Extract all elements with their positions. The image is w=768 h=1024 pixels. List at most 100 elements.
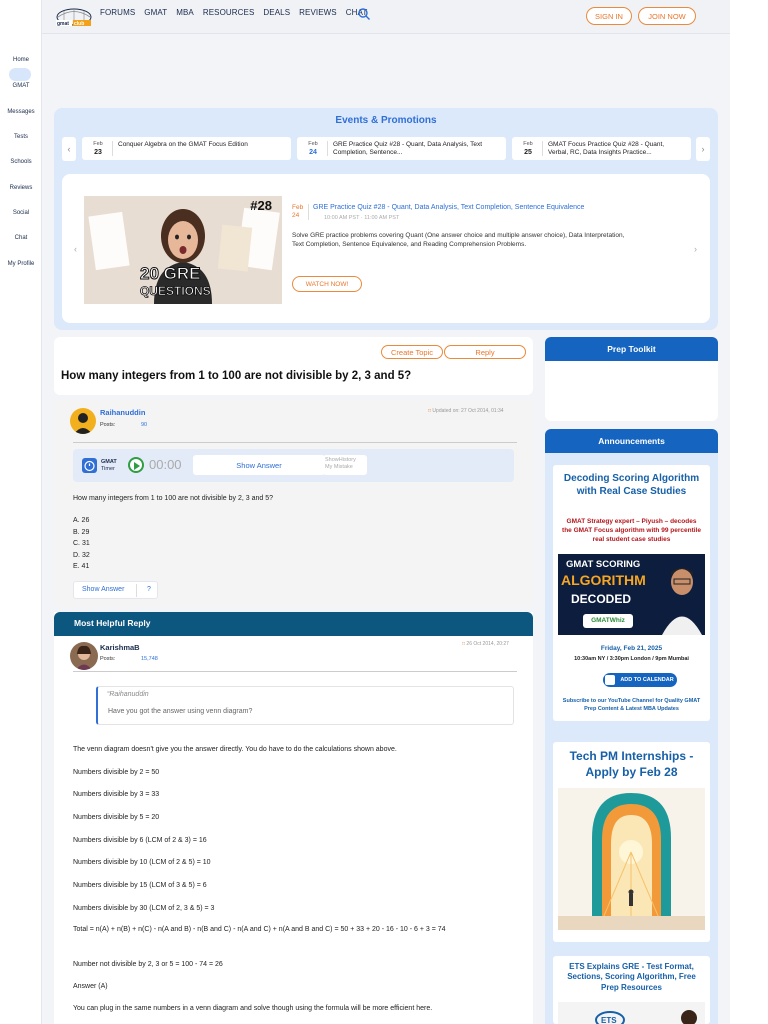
event-date: Feb 23 [93, 141, 103, 157]
show-answer-timer-button[interactable]: Show Answer [193, 455, 325, 475]
svg-text:ETS: ETS [601, 1016, 617, 1024]
sidebar-active-indicator [9, 68, 31, 81]
add-to-calendar-button[interactable]: ADD TO CALENDAR [603, 673, 677, 687]
nav-deals[interactable]: DEALS [263, 8, 290, 17]
create-topic-button[interactable]: Create Topic [381, 345, 443, 359]
posts-label: Posts: [100, 422, 116, 428]
post-author[interactable]: Raihanuddin [100, 408, 145, 417]
avatar[interactable] [70, 642, 98, 670]
reply-paragraph: Number not divisible by 2, 3 or 5 = 100 … [73, 961, 223, 968]
main-nav: FORUMS GMAT MBA RESOURCES DEALS REVIEWS … [100, 8, 367, 17]
sidebar-item-home[interactable]: Home [0, 57, 42, 63]
scoring-algorithm-ad[interactable]: Decoding Scoring Algorithm with Real Cas… [553, 465, 710, 721]
watch-now-button[interactable]: WATCH NOW! [292, 276, 362, 292]
play-icon[interactable] [128, 457, 144, 473]
featured-image-badge: #28 [250, 198, 272, 213]
my-mistake-label: My Mistake [325, 463, 353, 470]
event-date: Feb 25 [523, 141, 533, 157]
featured-event-time: 10:00 AM PST · 11:00 AM PST [324, 215, 400, 221]
reply-divider [73, 671, 517, 672]
join-now-button[interactable]: JOIN NOW [638, 7, 696, 25]
sidebar-item-tests[interactable]: Tests [0, 134, 42, 140]
reply-paragraph: Numbers divisible by 6 (LCM of 2 & 3) = … [73, 837, 207, 844]
sidebar-item-chat[interactable]: Chat [0, 235, 42, 241]
sidebar-item-messages[interactable]: Messages [0, 109, 42, 115]
reply-paragraph: Numbers divisible by 5 = 20 [73, 814, 160, 821]
sign-in-button[interactable]: SIGN IN [586, 7, 632, 25]
answer-row-divider [136, 584, 137, 597]
show-answer-button[interactable]: Show Answer [82, 586, 124, 593]
nav-mba[interactable]: MBA [176, 8, 194, 17]
reply-author[interactable]: KarishmaB [100, 643, 140, 652]
ad-title: Decoding Scoring Algorithm with Real Cas… [563, 473, 700, 497]
post-updated-date: □ Updated on: 27 Oct 2014, 01:34 [428, 408, 504, 414]
reply-paragraph: Numbers divisible by 30 (LCM of 2, 3 & 5… [73, 905, 215, 912]
answer-choice: D. 32 [73, 552, 90, 559]
ad-time: 10:30am NY / 3:30pm London / 9pm Mumbai [574, 656, 689, 662]
sidebar-item-reviews[interactable]: Reviews [0, 185, 42, 191]
sidebar-item-schools[interactable]: Schools [0, 159, 42, 165]
ets-banner: ETS [558, 1002, 705, 1024]
nav-resources[interactable]: RESOURCES [203, 8, 255, 17]
quoted-post: “Raihanuddin Have you got the answer usi… [96, 686, 514, 725]
banner-line3: DECODED [571, 592, 632, 606]
events-next-arrow-icon[interactable]: › [696, 137, 710, 161]
reply-button[interactable]: Reply [444, 345, 526, 359]
stopwatch-icon [82, 458, 97, 473]
avatar[interactable] [70, 408, 96, 434]
featured-prev-arrow-icon[interactable]: ‹ [74, 244, 77, 254]
event-divider [542, 141, 543, 156]
ad-footer: Subscribe to our YouTube Channel for Qua… [562, 698, 701, 713]
events-prev-arrow-icon[interactable]: ‹ [62, 137, 76, 161]
featured-event-link[interactable]: GRE Practice Quiz #28 - Quant, Data Anal… [313, 204, 584, 211]
featured-event-description: Solve GRE practice problems covering Qua… [292, 232, 625, 248]
presenter-photo [662, 568, 702, 635]
banner-line2: ALGORITHM [561, 572, 646, 588]
event-card[interactable]: Feb 24 GRE Practice Quiz #28 - Quant, Dat… [297, 137, 506, 160]
event-title: GMAT Focus Practice Quiz #28 - Quant, Ve… [548, 141, 665, 156]
nav-gmat[interactable]: GMAT [144, 8, 167, 17]
gmatclub-logo[interactable]: gmat club [54, 6, 94, 28]
calendar-icon [605, 675, 615, 685]
posts-label: Posts: [100, 656, 116, 662]
answer-choice: C. 31 [73, 540, 90, 547]
search-icon[interactable] [357, 7, 371, 21]
featured-event-image[interactable]: #28 20 GRE QUESTIONS [84, 196, 282, 304]
tech-pm-internships-ad[interactable]: Tech PM Internships - Apply by Feb 28 [553, 742, 710, 942]
add-to-calendar-label: ADD TO CALENDAR [620, 677, 674, 683]
events-title: Events & Promotions [335, 115, 437, 126]
event-divider [327, 141, 328, 156]
sidebar-item-gmat[interactable]: GMAT [0, 83, 42, 89]
ad-date: Friday, Feb 21, 2025 [600, 645, 663, 652]
internships-banner [558, 788, 705, 930]
sidebar-item-my-profile[interactable]: My Profile [0, 261, 42, 267]
gmat-timer-bar: GMAT Timer 00:00 Show Answer ShowHistory … [73, 449, 514, 482]
topic-header: Create Topic Reply How many integers fro… [54, 337, 533, 395]
help-button[interactable]: ? [147, 586, 151, 593]
reply-paragraph: Numbers divisible by 10 (LCM of 2 & 5) =… [73, 859, 211, 866]
featured-event-date: Feb 24 [292, 204, 304, 220]
answer-choice: B. 29 [73, 529, 90, 536]
nav-forums[interactable]: FORUMS [100, 8, 135, 17]
prep-toolkit-panel: Prep Toolkit [545, 337, 718, 421]
event-card[interactable]: Feb 23 Conquer Algebra on the GMAT Focus … [82, 137, 291, 160]
top-nav-bar: gmat club FORUMS GMAT MBA RESOURCES DEAL… [42, 0, 730, 34]
sidebar-item-social[interactable]: Social [0, 210, 42, 216]
show-answer-row: Show Answer ? [73, 581, 158, 599]
right-gutter [730, 0, 768, 1024]
event-title: GRE Practice Quiz #28 - Quant, Data Anal… [333, 141, 483, 156]
announcements-panel: Announcements Decoding Scoring Algorithm… [545, 429, 718, 1024]
reply-paragraph: Numbers divisible by 15 (LCM of 3 & 5) =… [73, 882, 207, 889]
ad-title: ETS Explains GRE - Test Format, Sections… [567, 962, 696, 992]
nav-reviews[interactable]: REVIEWS [299, 8, 337, 17]
featured-next-arrow-icon[interactable]: › [694, 244, 697, 254]
ets-explains-gre-ad[interactable]: ETS Explains GRE - Test Format, Sections… [553, 956, 710, 1024]
reply-paragraph: Numbers divisible by 3 = 33 [73, 791, 160, 798]
clock-icon: □ [462, 641, 466, 647]
answer-choice: A. 26 [73, 517, 90, 524]
most-helpful-reply: Most Helpful Reply KarishmaB Posts: 15,7… [54, 612, 533, 1024]
svg-text:club: club [74, 21, 84, 27]
show-history-button[interactable]: ShowHistory My Mistake [323, 455, 367, 475]
event-card[interactable]: Feb 25 GMAT Focus Practice Quiz #28 - Qua… [512, 137, 691, 160]
left-sidebar: Home GMAT Messages Tests Schools Reviews… [0, 0, 42, 1024]
